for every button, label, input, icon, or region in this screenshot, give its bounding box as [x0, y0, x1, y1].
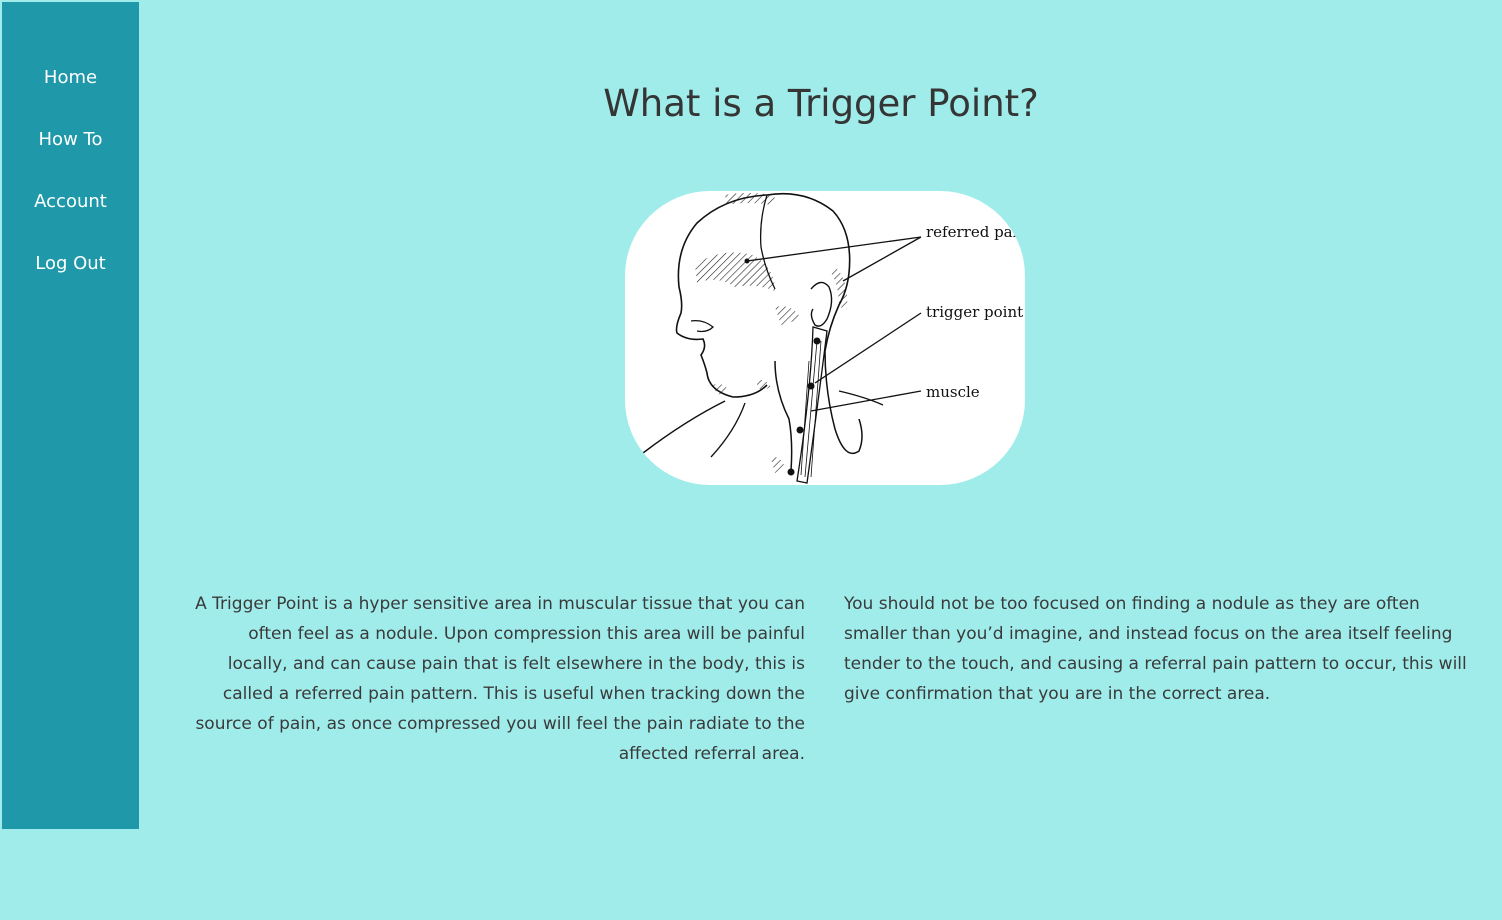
intro-paragraph-right: You should not be too focused on finding… — [844, 594, 1467, 704]
leader-trigger-point — [814, 312, 922, 384]
leader-referred-pain-2 — [842, 236, 922, 282]
trigger-dot-3 — [796, 426, 804, 434]
leader-end-dot — [744, 258, 750, 264]
nav-item-log-out[interactable]: Log Out — [2, 252, 139, 276]
nav-item-account[interactable]: Account — [2, 190, 139, 214]
trigger-point-diagram: referred pain trigger point muscle — [625, 191, 1025, 485]
neck-front — [774, 360, 793, 472]
nose-detail — [690, 319, 714, 333]
intro-paragraph-left: A Trigger Point is a hyper sensitive are… — [195, 594, 805, 764]
shoulder-left — [642, 400, 726, 454]
label-referred-pain: referred pain — [926, 223, 1025, 241]
collar-left — [710, 402, 746, 458]
trigger-dot-1 — [813, 337, 821, 345]
trigger-point-illustration: referred pain trigger point muscle — [642, 192, 1025, 484]
trigger-dot-2 — [807, 382, 815, 390]
label-trigger-point: trigger point — [926, 303, 1023, 321]
hatch-area-back-head — [831, 267, 848, 309]
hatch-area-collar — [771, 457, 785, 473]
nav-item-home[interactable]: Home — [2, 66, 139, 90]
nav-item-how-to[interactable]: How To — [2, 128, 139, 152]
leader-referred-pain-1 — [746, 236, 922, 262]
ear-outline — [810, 281, 833, 327]
face-outline — [675, 194, 768, 398]
label-muscle: muscle — [926, 383, 980, 401]
hatch-area-jaw — [775, 306, 801, 325]
page-title: What is a Trigger Point? — [603, 82, 1039, 125]
trigger-dot-4 — [787, 468, 795, 476]
shoulder-right — [838, 390, 884, 406]
sidebar-nav: Home How To Account Log Out — [2, 2, 139, 829]
